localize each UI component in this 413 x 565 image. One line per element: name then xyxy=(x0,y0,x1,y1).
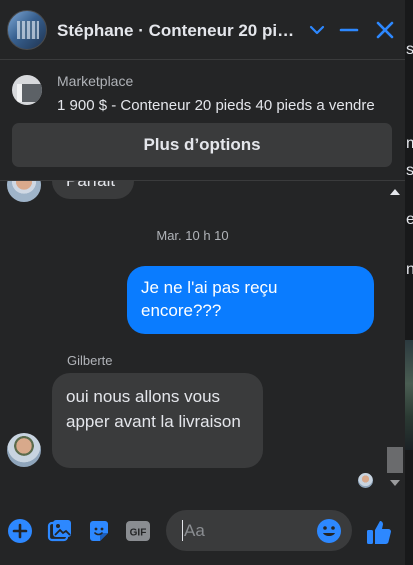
listing-title[interactable]: 1 900 $ - Conteneur 20 pieds 40 pieds a … xyxy=(57,97,392,114)
close-icon[interactable] xyxy=(373,18,397,42)
avatar[interactable] xyxy=(7,181,41,202)
emoji-icon[interactable] xyxy=(316,518,342,544)
chevron-down-icon[interactable] xyxy=(305,18,329,42)
marketplace-listing-card: Marketplace 1 900 $ - Conteneur 20 pieds… xyxy=(0,61,405,181)
background-page-strip: s m s e n xyxy=(405,0,413,565)
message-text: Parfait xyxy=(66,181,115,191)
thumbs-up-icon[interactable] xyxy=(365,518,393,546)
background-image xyxy=(405,340,413,450)
text-caret xyxy=(182,520,183,541)
scrollbar[interactable] xyxy=(386,181,404,494)
message-bubble-incoming[interactable]: Parfait xyxy=(52,181,134,199)
scroll-thumb[interactable] xyxy=(387,447,403,473)
chat-header: Stéphane · Conteneur 20 pieds 40 pieds a… xyxy=(0,0,405,60)
photo-icon[interactable] xyxy=(47,518,73,544)
marketplace-label: Marketplace xyxy=(57,73,134,89)
background-text: s xyxy=(406,41,413,58)
message-list: Parfait Mar. 10 h 10 Je ne l'ai pas reçu… xyxy=(0,181,405,498)
avatar[interactable] xyxy=(7,433,41,467)
scroll-down-arrow-icon[interactable] xyxy=(390,480,400,486)
sender-name: Gilberte xyxy=(67,353,113,368)
svg-text:GIF: GIF xyxy=(130,528,147,539)
message-bubble-incoming[interactable]: oui nous allons vous apper avant la livr… xyxy=(52,373,263,468)
message-input-placeholder: Aa xyxy=(184,521,205,540)
more-options-button[interactable]: Plus d’options xyxy=(12,123,392,167)
message-bubble-outgoing[interactable]: Je ne l'ai pas reçu encore??? xyxy=(127,266,374,334)
message-input[interactable]: Aa xyxy=(166,510,352,551)
chat-window: Stéphane · Conteneur 20 pieds 40 pieds a… xyxy=(0,0,405,565)
scroll-up-arrow-icon[interactable] xyxy=(390,189,400,195)
read-receipt-avatar xyxy=(358,473,373,488)
background-text: n xyxy=(406,261,413,278)
conversation-title[interactable]: Stéphane · Conteneur 20 pieds 40 pieds a… xyxy=(57,21,302,41)
gif-icon[interactable]: GIF xyxy=(125,518,151,544)
sticker-icon[interactable] xyxy=(86,518,112,544)
message-composer: GIF Aa xyxy=(0,498,405,565)
minimize-icon[interactable] xyxy=(337,18,361,42)
contact-avatar[interactable] xyxy=(7,10,47,50)
background-text: m xyxy=(406,135,413,152)
background-text: s xyxy=(406,162,413,179)
listing-thumbnail[interactable] xyxy=(12,75,42,105)
message-timestamp: Mar. 10 h 10 xyxy=(156,228,229,243)
plus-circle-icon[interactable] xyxy=(7,518,33,544)
background-text: e xyxy=(406,211,413,228)
